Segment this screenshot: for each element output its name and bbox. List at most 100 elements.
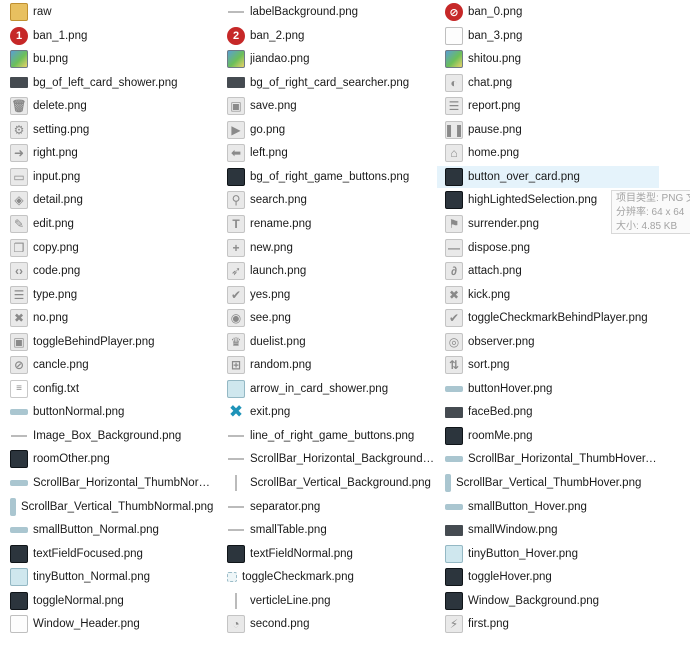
tooltip-type: 项目类型: PNG 文件 [616,193,690,204]
file-item[interactable]: ☰ report.png [437,95,659,117]
file-item[interactable]: tinyButton_Normal.png [2,566,216,588]
file-name: right.png [33,147,78,160]
file-item[interactable]: ⌂ home.png [437,142,659,164]
file-item[interactable]: roomMe.png [437,425,659,447]
home-icon: ⌂ [445,144,463,163]
file-item[interactable]: ⊘ ban_0.png [437,1,659,23]
file-item[interactable]: bu.png [2,48,216,70]
file-item[interactable]: jiandao.png [219,48,435,70]
file-item[interactable]: line_of_right_game_buttons.png [219,425,435,447]
file-item[interactable]: ‹› code.png [2,260,216,282]
file-item[interactable]: ◔ second.png [219,613,435,635]
file-item[interactable]: textFieldFocused.png [2,543,216,565]
file-item[interactable]: textFieldNormal.png [219,543,435,565]
file-item[interactable]: ✔ yes.png [219,284,435,306]
file-name: go.png [250,123,286,136]
file-item[interactable]: bg_of_right_game_buttons.png [219,166,435,188]
file-item[interactable]: Trename.png [219,213,435,235]
file-item[interactable]: labelBackground.png [219,1,435,23]
file-item[interactable]: ∂ attach.png [437,260,659,282]
file-item[interactable]: + new.png [219,237,435,259]
file-item[interactable]: shitou.png [437,48,659,70]
file-name: cancle.png [33,359,89,372]
file-item[interactable]: ban_3.png [437,25,659,47]
file-item[interactable]: Image_Box_Background.png [2,425,216,447]
file-item[interactable]: smallTable.png [219,519,435,541]
file-item[interactable]: toggleHover.png [437,566,659,588]
file-item[interactable]: ◈ detail.png [2,189,216,211]
file-item[interactable]: ⬅ left.png [219,142,435,164]
file-item[interactable]: ◐ chat.png [437,72,659,94]
file-item[interactable]: ScrollBar_Horizontal_Background.png [219,448,435,470]
file-item[interactable]: bg_of_right_card_searcher.png [219,72,435,94]
file-item[interactable]: Window_Header.png [2,613,216,635]
file-item[interactable]: ✖ no.png [2,307,216,329]
file-item[interactable]: ▣ save.png [219,95,435,117]
file-item[interactable]: ScrollBar_Vertical_ThumbHover.png [437,472,659,494]
random-icon: ⊞ [227,356,245,375]
file-item[interactable]: ⚲ search.png [219,189,435,211]
blank-file-icon [10,615,28,634]
file-name: ban_1.png [33,29,88,42]
file-item[interactable]: ⚙ setting.png [2,119,216,141]
file-item[interactable]: ⊘ cancle.png [2,354,216,376]
file-item[interactable]: ◉ see.png [219,307,435,329]
file-item[interactable]: 1 ban_1.png [2,25,216,47]
file-item[interactable]: ScrollBar_Vertical_Background.png [219,472,435,494]
file-item[interactable]: roomOther.png [2,448,216,470]
chat-icon: ◐ [445,73,463,92]
file-item[interactable]: toggleCheckmark.png [219,566,435,588]
file-item[interactable]: 2 ban_2.png [219,25,435,47]
file-item[interactable]: toggleNormal.png [2,590,216,612]
file-item[interactable]: ⇅ sort.png [437,354,659,376]
light-bar-icon [10,409,28,416]
file-item[interactable]: ▭ input.png [2,166,216,188]
file-item[interactable]: ✖ kick.png [437,284,659,306]
file-item[interactable]: ❚❚ pause.png [437,119,659,141]
file-item[interactable]: smallWindow.png [437,519,659,541]
file-item[interactable]: ScrollBar_Horizontal_ThumbNormal.png [2,472,216,494]
file-item[interactable]: ❐ copy.png [2,237,216,259]
file-item[interactable]: ➶ launch.png [219,260,435,282]
file-item[interactable]: ScrollBar_Horizontal_ThumbHover.png [437,448,659,470]
file-item[interactable]: smallButton_Hover.png [437,496,659,518]
gear-icon: ⚙ [10,120,28,139]
file-item[interactable]: ▶ go.png [219,119,435,141]
file-item[interactable]: ⚡ first.png [437,613,659,635]
file-item[interactable]: — dispose.png [437,237,659,259]
file-item[interactable]: ➜ right.png [2,142,216,164]
file-item[interactable]: ✔ toggleCheckmarkBehindPlayer.png [437,307,659,329]
file-name: bg_of_right_game_buttons.png [250,170,410,183]
file-item[interactable]: ✖ exit.png [219,401,435,423]
file-item[interactable]: buttonHover.png [437,378,659,400]
file-item[interactable]: ☰ type.png [2,284,216,306]
light-bar-icon [445,385,463,392]
file-item[interactable]: raw [2,1,216,23]
file-item[interactable]: verticleLine.png [219,590,435,612]
observer-icon: ◎ [445,332,463,351]
file-item[interactable]: bg_of_left_card_shower.png [2,72,216,94]
file-item[interactable]: ⊞ random.png [219,354,435,376]
file-item[interactable]: Window_Background.png [437,590,659,612]
file-item[interactable]: ≡ config.txt [2,378,216,400]
file-item[interactable]: ▣ toggleBehindPlayer.png [2,331,216,353]
file-item[interactable]: ✎ edit.png [2,213,216,235]
file-item[interactable]: tinyButton_Hover.png [437,543,659,565]
file-item[interactable]: buttonNormal.png [2,401,216,423]
file-name: pause.png [468,123,522,136]
file-item[interactable]: ◎ observer.png [437,331,659,353]
file-item[interactable]: separator.png [219,496,435,518]
file-name: raw [33,6,52,18]
file-item[interactable]: smallButton_Normal.png [2,519,216,541]
file-name: roomOther.png [33,453,110,466]
file-item[interactable]: arrow_in_card_shower.png [219,378,435,400]
file-list: raw labelBackground.png ⊘ ban_0.png 1 ban_1.p… [0,0,690,647]
file-item[interactable]: 🗑 delete.png [2,95,216,117]
arrow-right-icon: ➜ [10,144,28,163]
file-item[interactable]: ScrollBar_Vertical_ThumbNormal.png [2,496,216,518]
file-item[interactable]: faceBed.png [437,401,659,423]
minus-icon: — [445,238,463,257]
file-item[interactable]: ♛ duelist.png [219,331,435,353]
file-item[interactable]: button_over_card.png [437,165,659,188]
file-name: line_of_right_game_buttons.png [250,429,415,442]
